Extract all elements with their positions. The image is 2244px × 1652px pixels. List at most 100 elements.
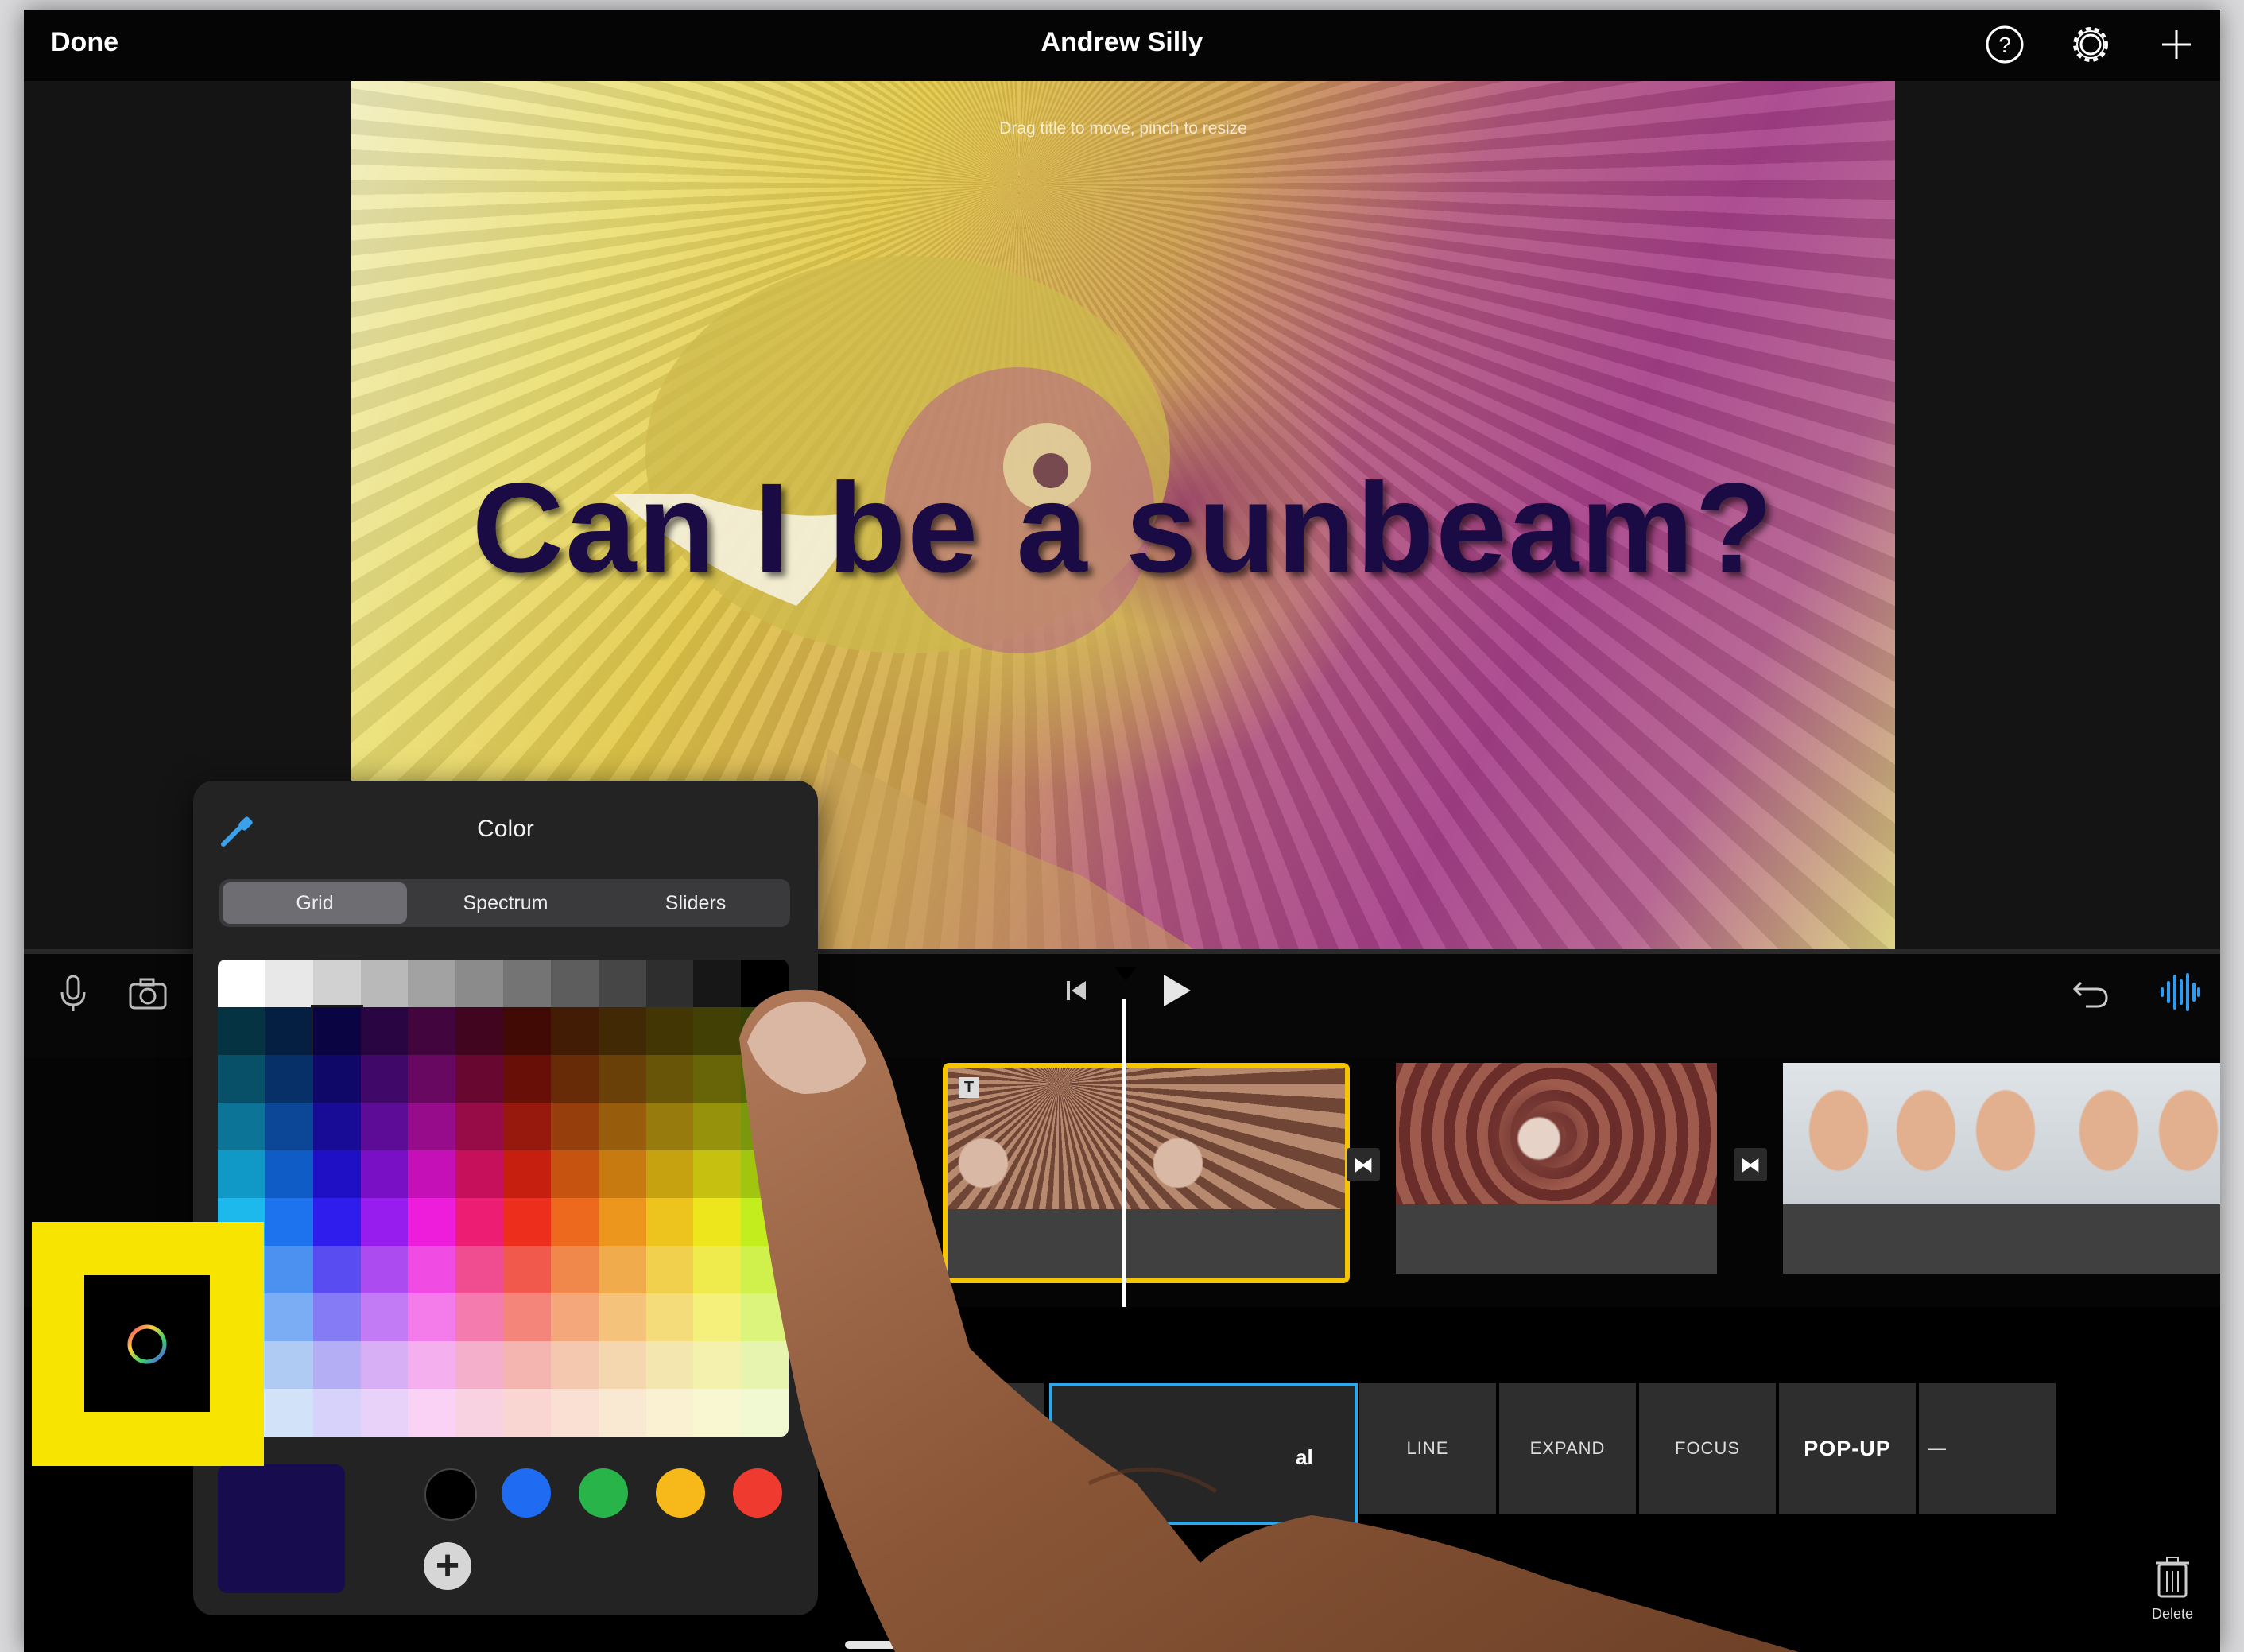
favorite-color-black[interactable] <box>424 1468 477 1521</box>
color-grid-cell[interactable] <box>312 1198 361 1246</box>
color-grid-cell[interactable] <box>265 1103 313 1150</box>
microphone-icon[interactable] <box>52 973 94 1014</box>
color-grid-cell[interactable] <box>455 1103 504 1150</box>
color-grid-cell[interactable] <box>645 1293 694 1341</box>
color-grid-cell[interactable] <box>598 1103 646 1150</box>
color-grid-cell[interactable] <box>598 1246 646 1293</box>
color-grid-cell[interactable] <box>598 960 646 1007</box>
color-grid-cell[interactable] <box>408 960 456 1007</box>
color-grid-cell[interactable] <box>645 1198 694 1246</box>
color-grid-cell[interactable] <box>503 1389 551 1437</box>
color-grid-cell[interactable] <box>598 1007 646 1055</box>
color-grid-cell[interactable] <box>265 1293 313 1341</box>
color-grid-cell[interactable] <box>408 1055 456 1103</box>
color-grid-cell[interactable] <box>310 1005 363 1057</box>
color-grid-cell[interactable] <box>503 1150 551 1198</box>
color-grid-cell[interactable] <box>455 1055 504 1103</box>
color-grid-cell[interactable] <box>455 1293 504 1341</box>
color-grid-cell[interactable] <box>503 1198 551 1246</box>
color-grid-cell[interactable] <box>455 960 504 1007</box>
color-grid-cell[interactable] <box>645 960 694 1007</box>
camera-icon[interactable] <box>127 973 169 1014</box>
color-grid-cell[interactable] <box>503 1055 551 1103</box>
color-grid-cell[interactable] <box>503 960 551 1007</box>
color-grid-cell[interactable] <box>218 1007 265 1055</box>
color-grid-cell[interactable] <box>312 1150 361 1198</box>
color-grid-cell[interactable] <box>312 1103 361 1150</box>
color-grid-cell[interactable] <box>360 1293 409 1341</box>
color-grid-cell[interactable] <box>312 1389 361 1437</box>
color-grid-cell[interactable] <box>265 1246 313 1293</box>
settings-gear-icon[interactable] <box>2068 22 2113 67</box>
color-grid-cell[interactable] <box>265 1055 313 1103</box>
color-grid-cell[interactable] <box>455 1198 504 1246</box>
color-grid-cell[interactable] <box>408 1341 456 1389</box>
color-grid-cell[interactable] <box>360 1150 409 1198</box>
color-grid-cell[interactable] <box>408 1389 456 1437</box>
tab-grid[interactable]: Grid <box>223 882 407 924</box>
color-grid-cell[interactable] <box>598 1055 646 1103</box>
favorite-color-blue[interactable] <box>502 1468 551 1518</box>
color-grid-cell[interactable] <box>360 1055 409 1103</box>
undo-icon[interactable] <box>2070 971 2111 1013</box>
color-grid-cell[interactable] <box>550 1103 599 1150</box>
color-grid-cell[interactable] <box>408 1246 456 1293</box>
favorite-color-green[interactable] <box>579 1468 628 1518</box>
color-grid-cell[interactable] <box>360 1246 409 1293</box>
trash-icon[interactable] <box>2154 1555 2191 1600</box>
color-grid-cell[interactable] <box>455 1007 504 1055</box>
color-grid-cell[interactable] <box>550 1007 599 1055</box>
color-grid-cell[interactable] <box>645 1389 694 1437</box>
color-grid-cell[interactable] <box>455 1150 504 1198</box>
color-grid-cell[interactable] <box>360 1341 409 1389</box>
color-grid-cell[interactable] <box>218 1103 265 1150</box>
title-style-more[interactable]: — <box>1919 1383 2056 1514</box>
color-grid-cell[interactable] <box>598 1293 646 1341</box>
title-caption[interactable]: Can I be a sunbeam? <box>351 455 1895 601</box>
color-grid-cell[interactable] <box>265 1341 313 1389</box>
color-grid-cell[interactable] <box>503 1246 551 1293</box>
color-grid-cell[interactable] <box>550 1341 599 1389</box>
color-grid-cell[interactable] <box>360 1007 409 1055</box>
color-grid-cell[interactable] <box>218 1055 265 1103</box>
color-grid-cell[interactable] <box>312 1293 361 1341</box>
color-grid-cell[interactable] <box>645 1055 694 1103</box>
color-grid-cell[interactable] <box>312 1246 361 1293</box>
color-grid-cell[interactable] <box>408 1198 456 1246</box>
color-grid-cell[interactable] <box>550 1055 599 1103</box>
color-grid-cell[interactable] <box>218 960 265 1007</box>
color-grid-cell[interactable] <box>645 1103 694 1150</box>
color-grid-cell[interactable] <box>503 1293 551 1341</box>
color-wheel-icon[interactable] <box>124 1321 170 1367</box>
audio-waveform-icon[interactable] <box>2157 971 2202 1013</box>
color-grid-cell[interactable] <box>312 960 361 1007</box>
color-grid-cell[interactable] <box>598 1389 646 1437</box>
color-grid-cell[interactable] <box>503 1103 551 1150</box>
clip-3-faces[interactable] <box>1783 1063 2220 1274</box>
color-grid-cell[interactable] <box>598 1198 646 1246</box>
color-grid-cell[interactable] <box>265 1150 313 1198</box>
color-grid-cell[interactable] <box>550 960 599 1007</box>
tab-spectrum[interactable]: Spectrum <box>410 879 601 927</box>
color-grid-cell[interactable] <box>408 1103 456 1150</box>
color-grid-cell[interactable] <box>550 1198 599 1246</box>
color-grid-cell[interactable] <box>598 1150 646 1198</box>
color-grid-cell[interactable] <box>312 1055 361 1103</box>
color-grid-cell[interactable] <box>218 1150 265 1198</box>
color-grid-cell[interactable] <box>455 1389 504 1437</box>
color-grid-cell[interactable] <box>455 1246 504 1293</box>
color-grid-cell[interactable] <box>360 960 409 1007</box>
favorite-color-yellow[interactable] <box>656 1468 705 1518</box>
color-grid-cell[interactable] <box>265 960 313 1007</box>
color-grid-cell[interactable] <box>408 1150 456 1198</box>
color-grid-cell[interactable] <box>645 1341 694 1389</box>
color-grid-cell[interactable] <box>265 1389 313 1437</box>
color-grid-cell[interactable] <box>550 1246 599 1293</box>
add-plus-icon[interactable] <box>2154 22 2199 67</box>
color-grid-cell[interactable] <box>265 1198 313 1246</box>
help-icon[interactable]: ? <box>1982 22 2027 67</box>
color-grid-cell[interactable] <box>360 1389 409 1437</box>
color-grid-cell[interactable] <box>598 1341 646 1389</box>
color-grid-cell[interactable] <box>550 1150 599 1198</box>
color-grid-cell[interactable] <box>408 1293 456 1341</box>
